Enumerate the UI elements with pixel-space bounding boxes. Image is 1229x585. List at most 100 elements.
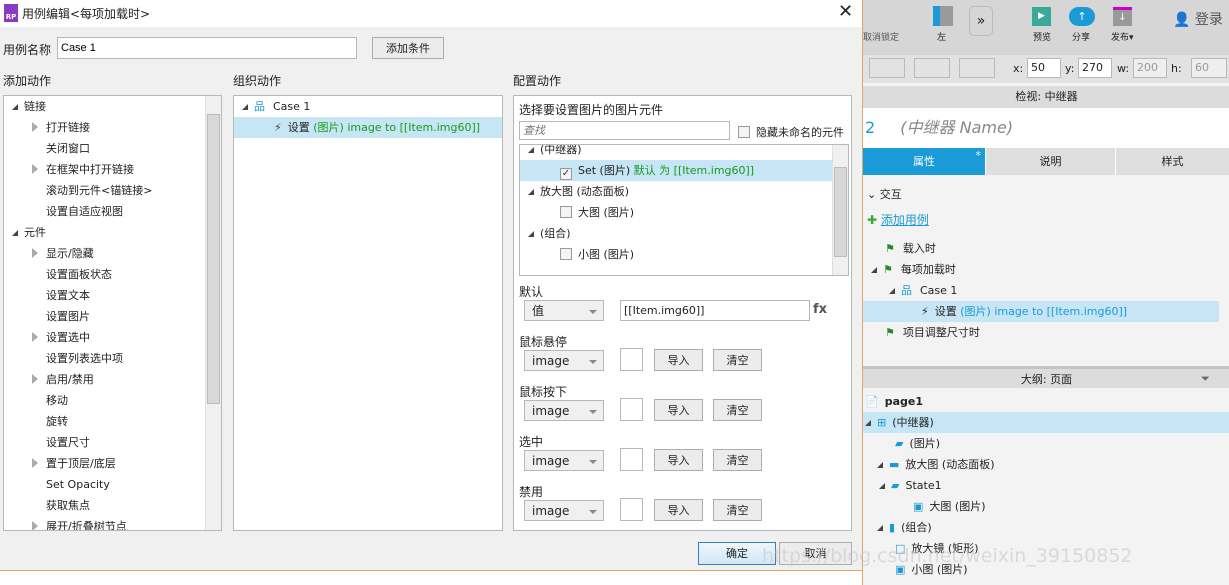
action-item[interactable]: 设置自适应视图	[4, 201, 221, 222]
action-item[interactable]: Set Opacity	[4, 474, 221, 495]
x-input[interactable]: 50	[1027, 58, 1061, 78]
more-icon[interactable]: »	[969, 6, 993, 36]
import-button[interactable]: 导入	[654, 499, 703, 521]
outline-item[interactable]: ▮ (组合)	[863, 517, 1229, 538]
border-dropdown[interactable]	[914, 58, 950, 78]
h-input[interactable]: 60	[1191, 58, 1227, 78]
action-item[interactable]: 链接	[4, 96, 221, 117]
share-icon[interactable]: ↑	[1069, 7, 1095, 26]
action-item[interactable]: 元件	[4, 222, 221, 243]
import-button[interactable]: 导入	[654, 399, 703, 421]
inspector-header: 检视: 中继器	[863, 86, 1229, 108]
widget-checkbox[interactable]	[560, 206, 572, 218]
import-button[interactable]: 导入	[654, 349, 703, 371]
case-node[interactable]: 品 Case 1	[234, 96, 502, 117]
tab-style[interactable]: 样式	[1116, 148, 1229, 175]
outline-item[interactable]: □ 放大镜 (矩形)	[863, 538, 1229, 559]
ok-button[interactable]: 确定	[698, 542, 776, 565]
action-item[interactable]: 关闭窗口	[4, 138, 221, 159]
action-item[interactable]: 旋转	[4, 411, 221, 432]
widget-checkbox[interactable]: ✓	[560, 168, 572, 180]
action-item[interactable]: 滚动到元件<锚链接>	[4, 180, 221, 201]
search-input[interactable]	[519, 121, 730, 140]
widget-item[interactable]: 小图 (图片)	[520, 244, 848, 265]
action-item[interactable]: 展开/折叠树节点	[4, 516, 221, 530]
interactions-section[interactable]: ⌄ 交互	[867, 186, 902, 202]
y-input[interactable]: 270	[1078, 58, 1112, 78]
interaction-item[interactable]: ⚑ 每项加载时	[863, 259, 1219, 280]
action-item[interactable]: 启用/禁用	[4, 369, 221, 390]
widget-group[interactable]: (组合)	[520, 223, 848, 244]
clear-button[interactable]: 清空	[713, 399, 762, 421]
widget-type-icon: ▮	[889, 521, 896, 534]
action-item[interactable]: 设置尺寸	[4, 432, 221, 453]
state-select[interactable]: image	[524, 500, 604, 521]
state-label: 鼠标悬停	[519, 335, 568, 349]
outline-item[interactable]: ▰ (图片)	[863, 433, 1229, 454]
interaction-item[interactable]: 品 Case 1	[863, 280, 1219, 301]
action-item[interactable]: 获取焦点	[4, 495, 221, 516]
filter-icon[interactable]: ⏷	[1201, 372, 1210, 386]
w-input[interactable]: 200	[1133, 58, 1167, 78]
widget-checkbox[interactable]	[560, 248, 572, 260]
default-type-select[interactable]: 值	[524, 300, 604, 321]
clear-button[interactable]: 清空	[713, 499, 762, 521]
clear-button[interactable]: 清空	[713, 349, 762, 371]
outline-item[interactable]: ▣ 大图 (图片)	[863, 496, 1229, 517]
align-left-icon[interactable]	[933, 6, 953, 26]
outline-item[interactable]: ▰ State1	[863, 475, 1229, 496]
configure-header: 配置动作	[513, 74, 562, 88]
scrollbar-thumb[interactable]	[207, 114, 220, 404]
case-name-input[interactable]	[57, 37, 357, 59]
outline-item[interactable]: 📄 page1	[863, 391, 1229, 412]
widget-item[interactable]: ✓ Set (图片) 默认 为 [[Item.img60]]	[520, 160, 848, 181]
tab-properties[interactable]: 属性 *	[863, 148, 986, 175]
action-item[interactable]: 置于顶层/底层	[4, 453, 221, 474]
interaction-item[interactable]: ⚑ 载入时	[863, 238, 1219, 259]
tab-notes[interactable]: 说明	[986, 148, 1116, 175]
publish-icon[interactable]: ↓	[1113, 7, 1132, 26]
widget-group[interactable]: (中继器)	[520, 145, 848, 160]
fx-button[interactable]: fx	[813, 302, 827, 317]
action-item[interactable]: 设置选中	[4, 327, 221, 348]
scrollbar[interactable]	[205, 96, 221, 530]
action-item[interactable]: 打开链接	[4, 117, 221, 138]
outline-item[interactable]: ▬ 放大图 (动态面板)	[863, 454, 1229, 475]
state-select[interactable]: image	[524, 450, 604, 471]
add-case-link[interactable]: ✚ 添加用例	[867, 211, 929, 228]
line-dropdown[interactable]	[959, 58, 995, 78]
add-condition-button[interactable]: 添加条件	[372, 37, 444, 59]
action-item[interactable]: 设置图片	[4, 306, 221, 327]
interaction-item[interactable]: ⚡ 设置 (图片) image to [[Item.img60]]	[863, 301, 1219, 322]
scrollbar[interactable]	[832, 145, 848, 275]
cancel-button[interactable]: 取消	[779, 542, 852, 565]
fill-dropdown[interactable]	[869, 58, 905, 78]
widget-type-icon: ⊞	[877, 416, 887, 429]
unlock-button[interactable]: 取消锁定	[863, 30, 899, 43]
preview-icon[interactable]: ▶	[1032, 7, 1051, 26]
outline-item[interactable]: ⊞ (中继器)	[863, 412, 1229, 433]
widget-group[interactable]: 放大图 (动态面板)	[520, 181, 848, 202]
widget-item[interactable]: 大图 (图片)	[520, 202, 848, 223]
close-icon[interactable]: ✕	[838, 1, 853, 22]
title-bar: RP 用例编辑<每项加载时> ✕	[0, 0, 862, 27]
interaction-item[interactable]: ⚑ 项目调整尺寸时	[863, 322, 1219, 343]
state-select[interactable]: image	[524, 350, 604, 371]
action-item[interactable]: 设置列表选中项	[4, 348, 221, 369]
login-button[interactable]: 👤 登录	[1173, 9, 1223, 29]
default-value-input[interactable]: [[Item.img60]]	[620, 300, 810, 321]
action-item[interactable]: 设置面板状态	[4, 264, 221, 285]
action-item[interactable]: 移动	[4, 390, 221, 411]
hide-unnamed-checkbox[interactable]: 隐藏未命名的元件	[738, 124, 844, 140]
outline-item[interactable]: ▣ 小图 (图片)	[863, 559, 1229, 580]
action-node[interactable]: ⚡ 设置 (图片) image to [[Item.img60]]	[234, 117, 502, 138]
state-select[interactable]: image	[524, 400, 604, 421]
action-item[interactable]: 显示/隐藏	[4, 243, 221, 264]
publish-label[interactable]: 发布▾	[1111, 30, 1134, 43]
clear-button[interactable]: 清空	[713, 449, 762, 471]
widget-name-input[interactable]: (中继器 Name)	[900, 118, 1013, 137]
import-button[interactable]: 导入	[654, 449, 703, 471]
action-item[interactable]: 在框架中打开链接	[4, 159, 221, 180]
scrollbar-thumb[interactable]	[834, 167, 847, 257]
action-item[interactable]: 设置文本	[4, 285, 221, 306]
